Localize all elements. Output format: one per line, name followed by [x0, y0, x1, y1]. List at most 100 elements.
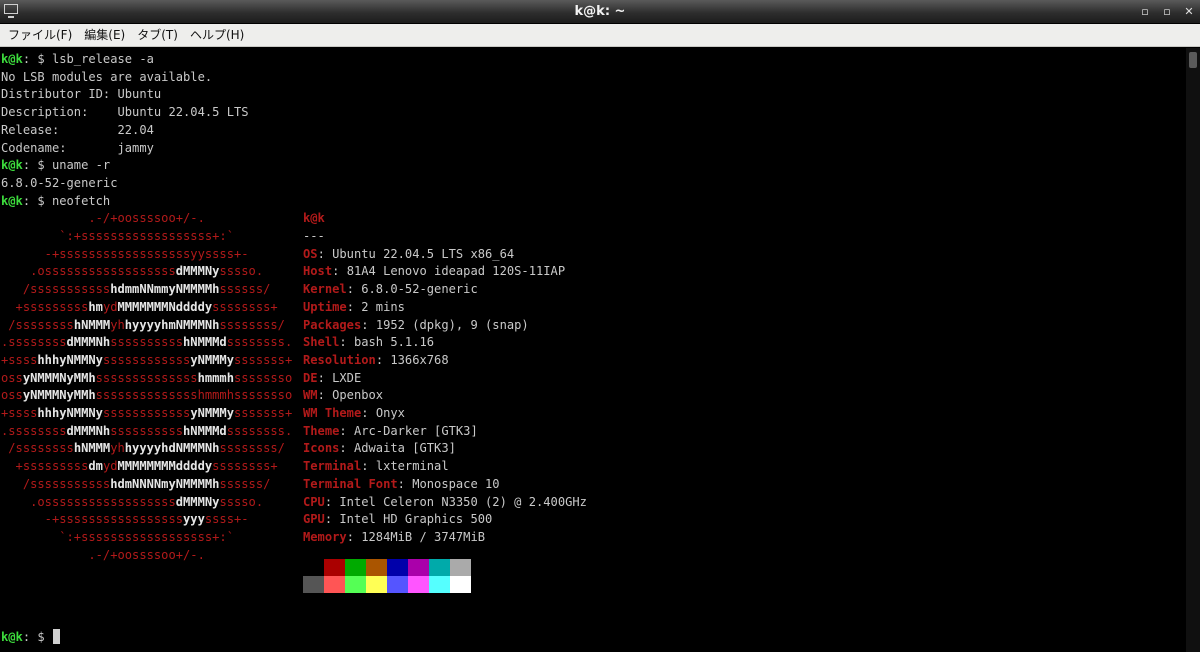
field-colon: :: [361, 406, 376, 420]
ascii-art-line: -+sssssssssssssssssyyyssss+-: [1, 511, 314, 529]
prompt-symbol: : $: [22, 630, 52, 644]
ascii-art-segment: yh: [110, 317, 125, 332]
field-value: Openbox: [332, 388, 384, 403]
ascii-art-segment: .ssssssss: [1, 423, 67, 438]
ascii-art-segment: +ssss: [1, 406, 38, 420]
ascii-art-segment: dMMMNh: [66, 335, 111, 350]
ascii-art-segment: hNMMM: [73, 317, 111, 332]
ascii-art-segment: /ssssssss: [1, 441, 74, 456]
prompt-symbol: : $: [22, 193, 52, 208]
ascii-art-segment: hdmmNNmmyNMMMMh: [110, 282, 220, 297]
field-value: Monospace 10: [412, 476, 500, 491]
ascii-art-segment: /sssssssssss: [1, 282, 111, 297]
ascii-art-segment: ssssss/: [219, 476, 315, 491]
ascii-art-segment: /ssssssss: [1, 317, 74, 332]
ascii-art-line: .-/+oossssoo+/-.: [1, 547, 314, 565]
neofetch-user-host: k@k: [303, 211, 325, 226]
ascii-art-line: +sssshhhyNMMNyssssssssssssyNMMMysssssss+: [1, 405, 321, 423]
color-swatch: [429, 576, 450, 593]
ascii-art-segment: +ssss: [1, 352, 38, 367]
menu-edit[interactable]: 編集(E): [78, 24, 131, 47]
field-key: Terminal: [303, 459, 362, 474]
menu-tabs[interactable]: タブ(T): [131, 24, 184, 47]
neofetch-field: Terminal: lxterminal: [303, 458, 449, 476]
neofetch-field: Theme: Arc-Darker [GTK3]: [303, 423, 478, 441]
prompt-line: k@k: $ neofetch: [1, 193, 110, 211]
ascii-art-segment: hhhyNMMNy: [37, 406, 103, 420]
ascii-art-segment: ssssss/: [219, 282, 315, 297]
ascii-art-segment: hdmNNNNmyNMMMMh: [110, 476, 220, 491]
field-key: CPU: [303, 494, 325, 509]
field-key: Theme: [303, 423, 340, 438]
ascii-art-segment: .-/+oossssoo+/-.: [1, 211, 315, 226]
ascii-art-segment: hm: [88, 299, 103, 314]
minimize-icon[interactable]: ▫: [1140, 0, 1150, 23]
neofetch-field: Resolution: 1366x768: [303, 352, 449, 370]
field-value: bash 5.1.16: [353, 335, 435, 350]
menu-file[interactable]: ファイル(F): [2, 24, 78, 47]
prompt-user: k@k: [1, 630, 23, 644]
close-icon[interactable]: ✕: [1184, 0, 1194, 23]
ascii-art-segment: ssssssssss: [110, 423, 184, 438]
field-value: 1284MiB / 3747MiB: [361, 529, 486, 544]
ascii-art-line: /sssssssshNMMMyhhyyyyhdNMMMNhssssssss/: [1, 440, 314, 458]
ascii-art-segment: sssso.: [219, 264, 315, 279]
scrollbar-thumb[interactable]: [1189, 52, 1197, 68]
ascii-art-segment: ssssssssssss: [102, 352, 191, 367]
neofetch-field: Host: 81A4 Lenovo ideapad 120S-11IAP: [303, 263, 565, 281]
ascii-art-line: /ssssssssssshdmNNNNmyNMMMMhssssss/: [1, 476, 314, 494]
ascii-art-segment: MMMMMMMNddddy: [117, 299, 213, 314]
ascii-art-segment: .-/+oossssoo+/-.: [1, 547, 315, 562]
ascii-art-segment: ssssssssss: [110, 335, 184, 350]
field-key: Host: [303, 264, 333, 279]
ascii-art-segment: dMMMNy: [175, 494, 220, 509]
output-line: Codename: jammy: [1, 140, 154, 155]
prompt-line: k@k: $ lsb_release -a: [1, 51, 154, 69]
prompt-user: k@k: [1, 52, 23, 66]
terminal-output[interactable]: k@k: $ lsb_release -a No LSB modules are …: [0, 48, 1186, 652]
ascii-art-segment: .ossssssssssssssssss: [1, 264, 176, 279]
ascii-art-segment: -+ssssssssssssssssssyyssss+-: [1, 246, 315, 261]
neofetch-field: WM: Openbox: [303, 387, 383, 405]
field-colon: :: [339, 423, 354, 438]
field-value: 1952 (dpkg), 9 (snap): [375, 317, 529, 332]
output-line: Distributor ID: Ubuntu: [1, 87, 162, 102]
color-swatch: [387, 576, 408, 593]
output-line: Release: 22.04: [1, 122, 154, 137]
field-colon: :: [375, 352, 391, 367]
field-colon: :: [346, 299, 362, 314]
field-colon: :: [317, 370, 333, 385]
color-swatch: [450, 576, 471, 593]
color-swatch: [429, 559, 450, 576]
field-colon: :: [361, 459, 376, 474]
field-value: 2 mins: [361, 299, 405, 314]
ascii-art-segment: ssssssss/: [219, 441, 315, 456]
ascii-art-segment: +sssssssss: [1, 299, 89, 314]
maximize-icon[interactable]: ▫: [1162, 0, 1172, 23]
window-controls: ▫ ▫ ✕: [1140, 0, 1194, 23]
text-cursor: [52, 629, 60, 644]
neofetch-field: OS: Ubuntu 22.04.5 LTS x86_64: [303, 246, 514, 264]
neofetch-field: Icons: Adwaita [GTK3]: [303, 440, 456, 458]
field-key: WM: [303, 388, 318, 403]
menu-help[interactable]: ヘルプ(H): [184, 24, 250, 47]
color-swatch: [450, 559, 471, 576]
ascii-art-line: /ssssssssssshdmmNNmmyNMMMMhssssss/: [1, 281, 314, 299]
ascii-art-segment: ssssssss+: [212, 459, 315, 474]
color-swatch: [366, 576, 387, 593]
ascii-art-line: -+ssssssssssssssssssyyssss+-: [1, 246, 314, 264]
neofetch-separator: ---: [303, 229, 325, 243]
ascii-art-segment: oss: [1, 370, 23, 385]
field-key: GPU: [303, 512, 325, 527]
field-value: lxterminal: [375, 459, 449, 474]
field-colon: :: [324, 494, 340, 509]
ascii-art-segment: yNMMMNyMMh: [22, 388, 96, 403]
ascii-art-segment: yd: [102, 299, 118, 314]
title-bar[interactable]: k@k: ~ ▫ ▫ ✕: [0, 0, 1200, 24]
ascii-art-line: ossyNMMMNyMMhsssssssssssssshmmmhssssssso: [1, 387, 321, 405]
ascii-art-segment: +sssssssss: [1, 459, 89, 474]
vertical-scrollbar[interactable]: [1186, 48, 1200, 652]
field-value: 81A4 Lenovo ideapad 120S-11IAP: [346, 264, 566, 279]
ascii-art-segment: hmmmh: [197, 370, 234, 385]
color-swatch: [303, 559, 324, 576]
